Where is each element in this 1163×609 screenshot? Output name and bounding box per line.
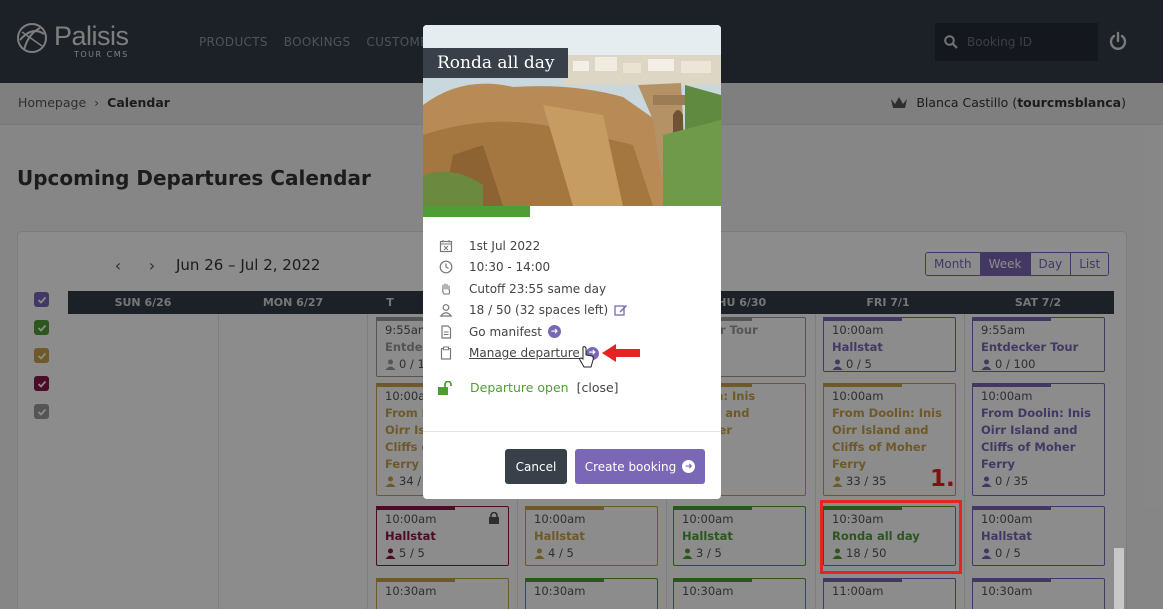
arrow-right-circle-icon[interactable]: ➜ [548, 325, 562, 339]
progress-fill [423, 206, 531, 217]
go-manifest-link[interactable]: Go manifest [469, 325, 542, 339]
detail-capacity: 18 / 50 (32 spaces left) [437, 300, 628, 322]
edit-icon[interactable] [614, 303, 628, 317]
modal-title: Ronda all day [423, 48, 569, 78]
departure-status: Departure open [close] [437, 380, 619, 395]
pointer-cursor-icon [579, 346, 594, 368]
modal-divider [423, 431, 721, 432]
close-departure-link[interactable]: [close] [577, 380, 619, 395]
calendar-x-icon [437, 238, 455, 254]
capacity-progress-bar [423, 206, 721, 217]
detail-manifest: Go manifest ➜ [437, 321, 628, 343]
scrollbar-thumb[interactable] [1114, 548, 1124, 609]
capacity-text: 18 / 50 (32 spaces left) [469, 303, 609, 318]
arrow-right-circle-icon: ➜ [682, 460, 696, 473]
create-booking-label: Create booking [584, 459, 677, 474]
manage-departure-link[interactable]: Manage departure [469, 346, 580, 360]
departure-time: 10:30 - 14:00 [469, 260, 551, 275]
clipboard-icon [437, 345, 455, 361]
detail-cutoff: Cutoff 23:55 same day [437, 278, 628, 300]
status-text: Departure open [470, 380, 569, 395]
cutoff-text: Cutoff 23:55 same day [469, 281, 607, 296]
highlight-box [820, 500, 962, 574]
hand-stop-icon [437, 281, 455, 297]
document-icon [437, 324, 455, 340]
detail-time: 10:30 - 14:00 [437, 257, 628, 279]
unlock-icon [438, 380, 452, 395]
create-booking-button[interactable]: Create booking ➜ [575, 449, 705, 484]
user-icon [437, 302, 455, 318]
departure-date: 1st Jul 2022 [469, 238, 541, 253]
clock-icon [437, 259, 455, 275]
departure-modal: Ronda all day 1st Jul 2022 10:30 - 14:00… [423, 25, 721, 499]
red-arrow-annotation [602, 344, 640, 362]
cancel-button[interactable]: Cancel [505, 449, 567, 484]
detail-date: 1st Jul 2022 [437, 235, 628, 257]
